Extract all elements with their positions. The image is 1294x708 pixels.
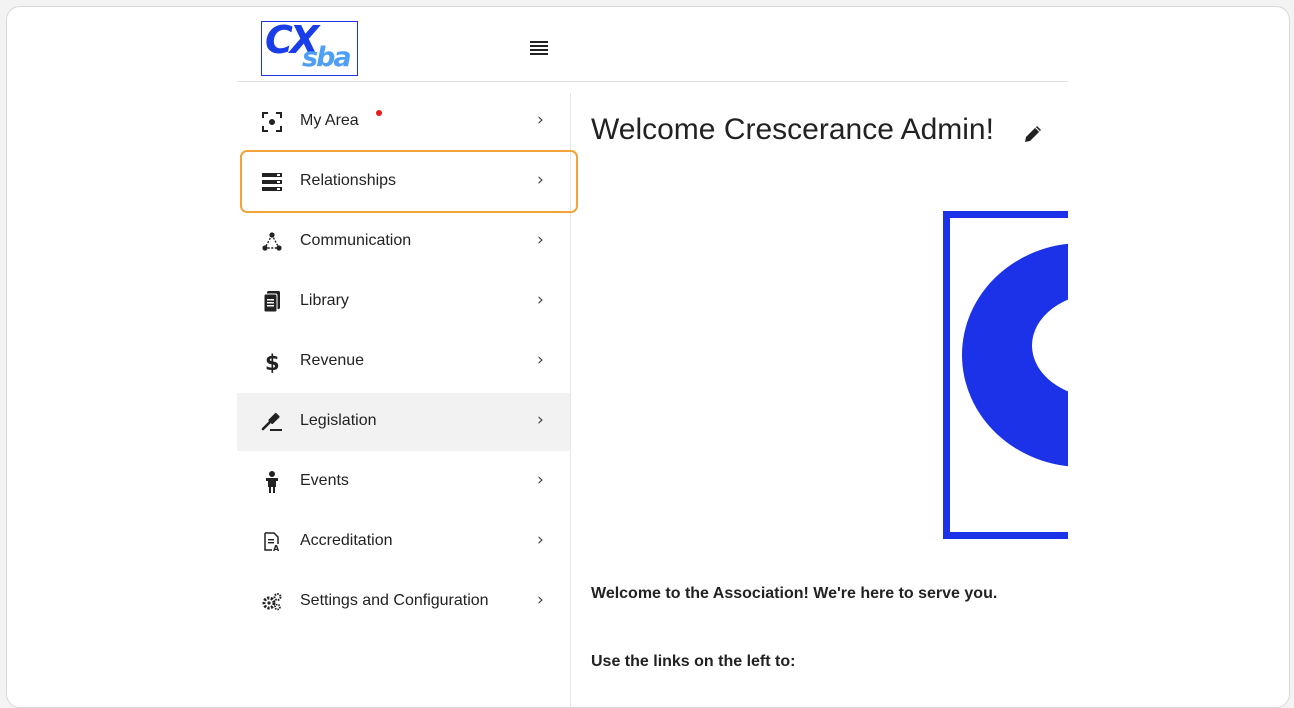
association-banner-image [943,211,1068,539]
chevron-right-icon: › [537,350,544,370]
browser-frame: CX sba My Area › Relationships › Communi… [6,6,1290,708]
chevron-right-icon: › [537,110,544,130]
notification-dot [376,110,382,116]
chevron-right-icon: › [537,230,544,250]
links-instruction: Use the links on the left to: [591,653,796,670]
dollar-icon: $ [261,351,283,373]
svg-text:$: $ [265,351,279,373]
chevron-right-icon: › [537,530,544,550]
sidebar-item-label: Communication [300,232,412,249]
top-bar: CX sba [237,7,1068,82]
chevron-right-icon: › [537,290,544,310]
focus-target-icon [261,111,283,133]
sidebar-item-label: Legislation [300,412,377,429]
sidebar-item-library[interactable]: Library › [237,273,570,331]
svg-text:A: A [273,544,280,552]
sidebar-item-my-area[interactable]: My Area › [237,93,570,151]
app-logo[interactable]: CX sba [261,21,358,76]
welcome-message: Welcome to the Association! We're here t… [591,585,998,602]
sidebar-item-revenue[interactable]: $ Revenue › [237,333,570,391]
sidebar-item-legislation[interactable]: Legislation › [237,393,570,451]
chevron-right-icon: › [537,410,544,430]
gears-icon [261,591,283,613]
chevron-right-icon: › [537,470,544,490]
storage-list-icon [261,171,283,193]
app-container: CX sba My Area › Relationships › Communi… [237,7,1068,707]
logo-sub-text: sba [302,42,352,73]
chevron-right-icon: › [537,170,544,190]
sidebar-item-relationships[interactable]: Relationships › [237,153,570,211]
document-certificate-icon: A [261,531,283,553]
page-title: Welcome Crescerance Admin! [591,113,994,146]
main-content: Welcome Crescerance Admin! Welcome to th… [570,93,1068,707]
sidebar-item-label: Revenue [300,352,365,369]
sidebar-item-label: Relationships [300,172,397,189]
hamburger-menu-icon[interactable] [530,41,548,55]
sidebar-item-label: My Area [300,112,359,129]
document-stack-icon [261,291,283,313]
sidebar-item-accreditation[interactable]: A Accreditation › [237,513,570,571]
sidebar-nav: My Area › Relationships › Communication … [237,93,578,707]
sidebar-item-communication[interactable]: Communication › [237,213,570,271]
gavel-icon [261,411,283,433]
person-podium-icon [261,471,283,493]
pencil-edit-icon[interactable] [1022,123,1044,145]
sidebar-item-label: Settings and Configuration [300,592,489,609]
sidebar-item-settings-and-configuration[interactable]: Settings and Configuration › [237,573,570,631]
network-triangle-icon [261,231,283,253]
chevron-right-icon: › [537,590,544,610]
sidebar-item-label: Events [300,472,349,489]
banner-logo-shape [962,243,1068,467]
sidebar-item-events[interactable]: Events › [237,453,570,511]
sidebar-item-label: Library [300,292,349,309]
sidebar-item-label: Accreditation [300,532,393,549]
